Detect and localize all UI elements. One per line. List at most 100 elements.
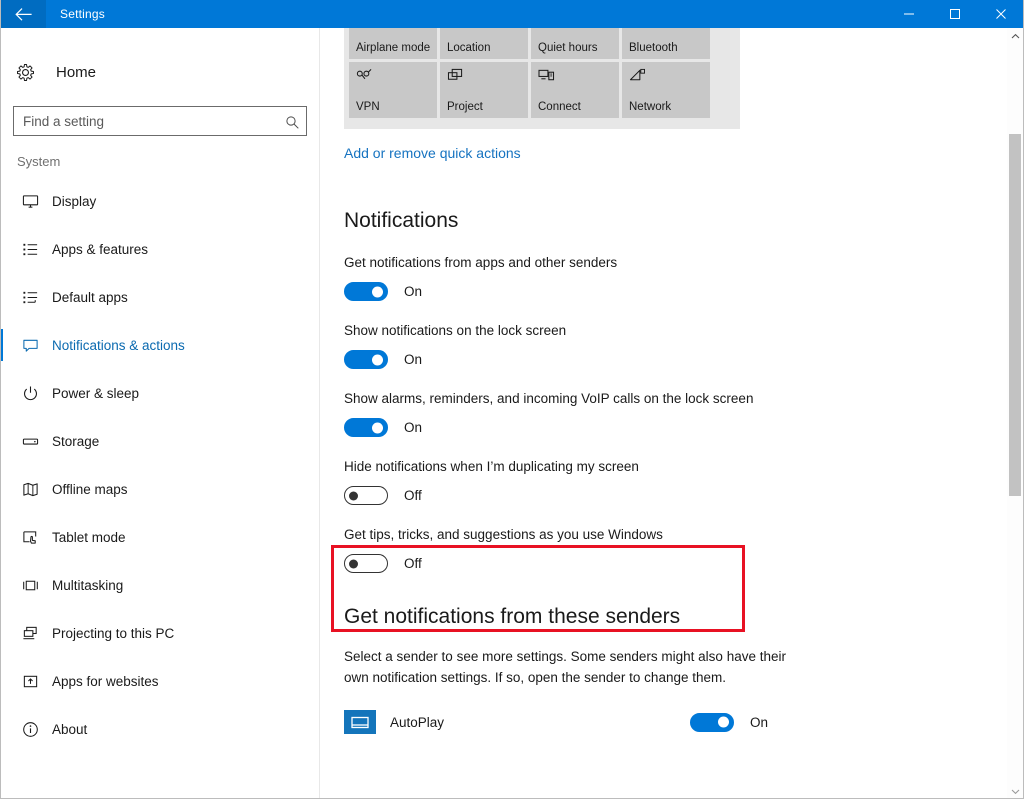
toggle-knob [372, 422, 383, 433]
toggle-row: Off [344, 554, 1002, 573]
sidebar-item-label: Display [52, 193, 97, 209]
toggle-show-notifications-lock-screen[interactable] [344, 350, 388, 369]
setting-label: Get notifications from apps and other se… [344, 255, 618, 270]
search-box[interactable] [13, 106, 307, 136]
power-icon [17, 385, 43, 402]
sidebar-item-label: Power & sleep [52, 385, 140, 401]
sender-toggle-wrap: On [689, 712, 768, 732]
selection-accent [0, 329, 3, 361]
minimize-icon [903, 8, 915, 20]
scrollbar-thumb[interactable] [1009, 134, 1021, 496]
toggle-row: On [344, 282, 1002, 301]
window-title: Settings [60, 7, 105, 21]
quick-action-tile-airplane-mode[interactable]: Airplane mode [349, 28, 437, 59]
toggle-hide-notifications-duplicating[interactable] [344, 486, 388, 505]
toggle-sender-autoplay[interactable] [689, 712, 734, 732]
speech-bubble-icon [17, 337, 43, 354]
sidebar-group-label: System [17, 154, 61, 169]
setting-show-alarms-reminders-voip: Show alarms, reminders, and incoming VoI… [344, 369, 1002, 437]
toggle-state-label: On [404, 420, 423, 435]
quick-action-tile-bluetooth[interactable]: Bluetooth [622, 28, 710, 59]
toggle-get-notifications-from-apps[interactable] [344, 282, 388, 301]
content-area: Airplane mode Location Quiet hours Bluet… [321, 28, 1002, 799]
back-arrow-icon [14, 7, 32, 21]
sidebar-item-home[interactable]: Home [0, 50, 319, 94]
sidebar-item-label: Tablet mode [52, 529, 126, 545]
sidebar-item-tablet-mode[interactable]: Tablet mode [0, 513, 319, 561]
toggle-get-tips-tricks-suggestions[interactable] [344, 554, 388, 573]
quick-action-tile-network[interactable]: Network [622, 62, 710, 118]
sidebar-item-label: Apps & features [52, 241, 149, 257]
settings-window: Settings Home Find a setting System Disp… [0, 0, 1024, 799]
close-button[interactable] [978, 0, 1024, 28]
toggle-knob [717, 716, 729, 728]
toggle-state-label: On [404, 352, 423, 367]
toggle-row: On [344, 418, 1002, 437]
app-website-icon [17, 673, 43, 690]
toggle-row: Off [344, 486, 1002, 505]
sidebar-item-label: Default apps [52, 289, 128, 305]
setting-label: Show alarms, reminders, and incoming VoI… [344, 391, 754, 406]
network-icon [629, 68, 646, 88]
sidebar-item-projecting-to-this-pc[interactable]: Projecting to this PC [0, 609, 319, 657]
sender-row-autoplay[interactable]: AutoPlay On [344, 710, 768, 734]
sender-name: AutoPlay [390, 714, 445, 730]
quick-action-tile-connect[interactable]: Connect [531, 62, 619, 118]
sidebar-item-storage[interactable]: Storage [0, 417, 319, 465]
add-remove-quick-actions-row: Add or remove quick actions [344, 145, 1002, 163]
toggle-knob [349, 491, 358, 500]
toggle-show-alarms-reminders-voip[interactable] [344, 418, 388, 437]
scroll-up-button[interactable] [1007, 28, 1023, 44]
project-icon [447, 68, 464, 88]
sidebar-item-offline-maps[interactable]: Offline maps [0, 465, 319, 513]
toggle-state-label: On [749, 714, 768, 730]
content-scrollbar[interactable] [1007, 28, 1023, 799]
sidebar-item-multitasking[interactable]: Multitasking [0, 561, 319, 609]
sidebar-item-label: Projecting to this PC [52, 625, 175, 641]
selection-accent [0, 665, 3, 697]
toggle-row: On [344, 350, 1002, 369]
minimize-button[interactable] [886, 0, 932, 28]
sidebar-home-label: Home [56, 63, 97, 81]
selection-accent [0, 521, 3, 553]
quick-action-tile-location[interactable]: Location [440, 28, 528, 59]
selection-accent [0, 569, 3, 601]
quick-action-label: Airplane mode [356, 42, 431, 54]
sidebar-item-default-apps[interactable]: Default apps [0, 273, 319, 321]
setting-label: Show notifications on the lock screen [344, 323, 567, 338]
maximize-icon [949, 8, 961, 20]
sidebar-item-notifications-actions[interactable]: Notifications & actions [0, 321, 319, 369]
maximize-button[interactable] [932, 0, 978, 28]
quick-action-tile-project[interactable]: Project [440, 62, 528, 118]
sidebar-item-display[interactable]: Display [0, 177, 319, 225]
search-icon[interactable] [285, 107, 300, 137]
gear-icon [16, 63, 46, 82]
toggle-knob [372, 286, 383, 297]
add-remove-quick-actions-link[interactable]: Add or remove quick actions [344, 145, 521, 161]
quick-action-label: VPN [356, 101, 380, 113]
sidebar-item-power-sleep[interactable]: Power & sleep [0, 369, 319, 417]
sidebar-item-about[interactable]: About [0, 705, 319, 753]
scrollbar-track[interactable] [1007, 44, 1023, 783]
quick-action-tile-quiet-hours[interactable]: Quiet hours [531, 28, 619, 59]
title-bar: Settings [0, 0, 1024, 28]
sidebar-item-label: Multitasking [52, 577, 124, 593]
chevron-down-icon [1011, 782, 1020, 799]
selection-accent [0, 425, 3, 457]
selection-accent [0, 617, 3, 649]
quick-action-tile-vpn[interactable]: VPN [349, 62, 437, 118]
sidebar-item-apps-for-websites[interactable]: Apps for websites [0, 657, 319, 705]
search-input[interactable] [14, 107, 306, 135]
setting-label: Get tips, tricks, and suggestions as you… [344, 527, 663, 542]
quick-actions-grid: Airplane mode Location Quiet hours Bluet… [349, 28, 735, 121]
sidebar-item-label: Apps for websites [52, 673, 159, 689]
toggle-knob [372, 354, 383, 365]
selection-accent [0, 233, 3, 265]
back-button[interactable] [0, 0, 46, 28]
toggle-state-label: Off [404, 556, 422, 571]
scroll-down-button[interactable] [1007, 783, 1023, 799]
selection-accent [0, 377, 3, 409]
list-icon [17, 241, 43, 258]
selection-accent [0, 281, 3, 313]
sidebar-item-apps-features[interactable]: Apps & features [0, 225, 319, 273]
